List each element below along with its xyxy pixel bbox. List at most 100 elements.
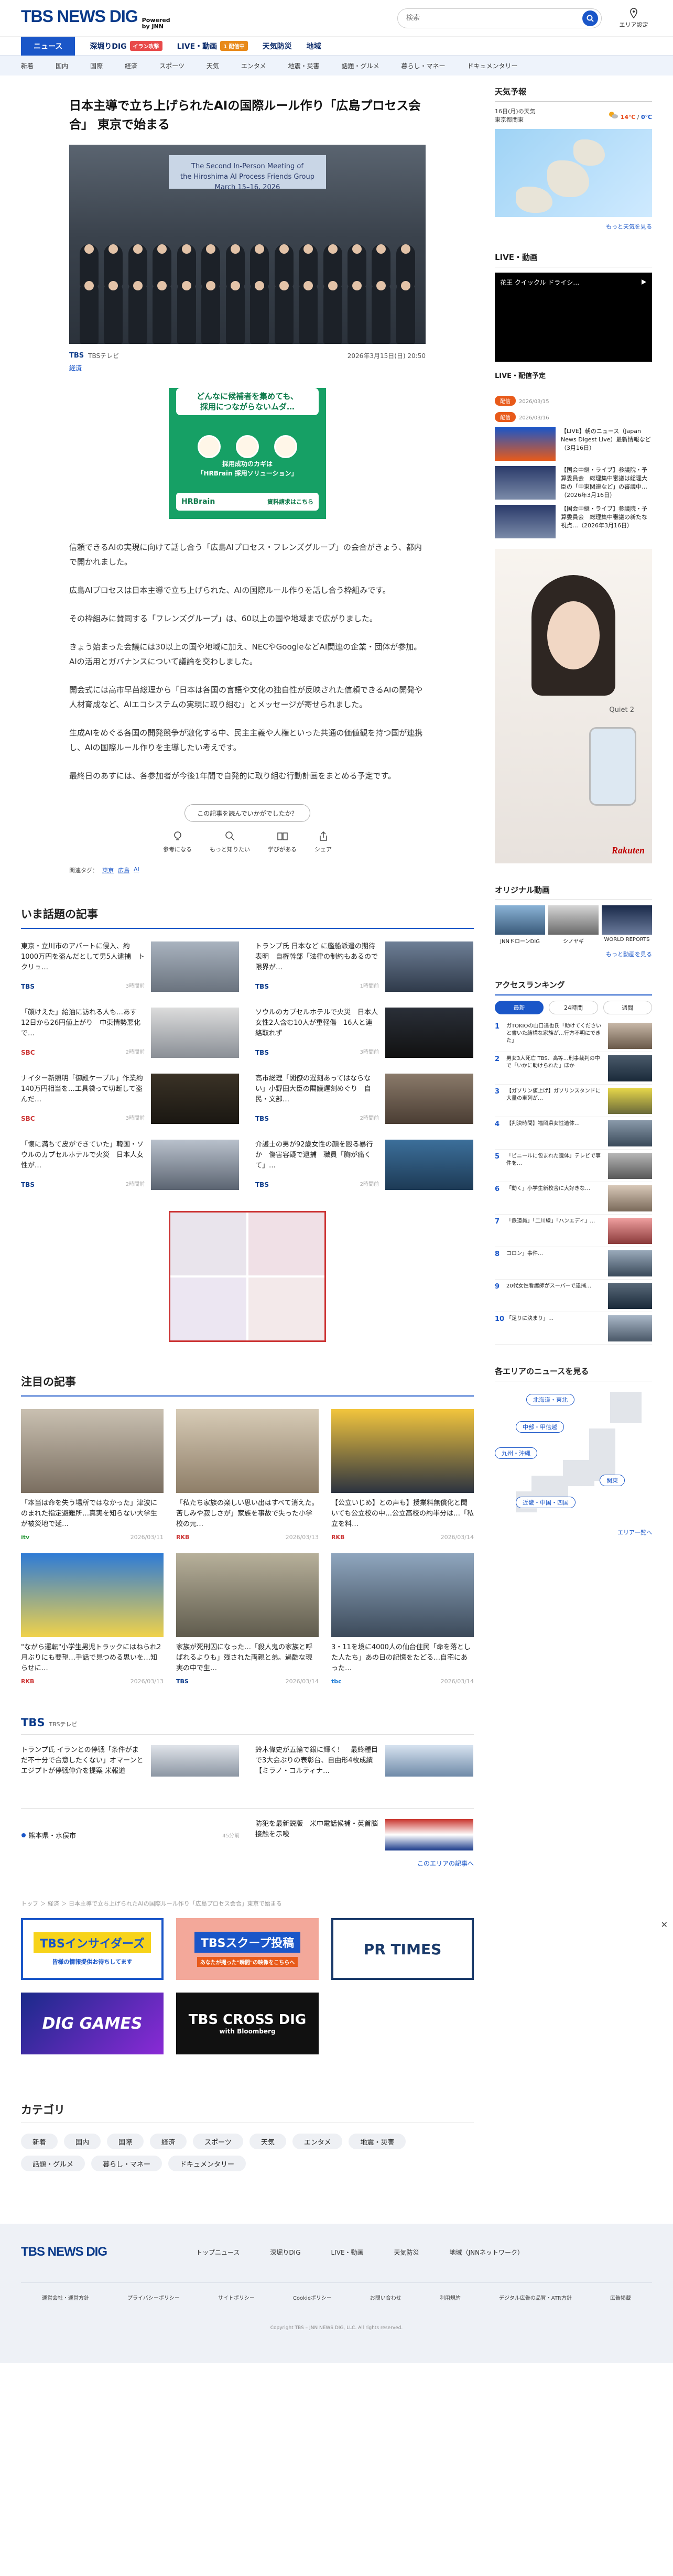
area-button-kyushu[interactable]: 九州・沖縄: [495, 1447, 537, 1459]
close-icon[interactable]: ✕: [661, 1920, 668, 1930]
ranking-item[interactable]: 2 男女3人死亡 TBS、高等…刑事裁判の中で「いかに助けられた」ほか: [495, 1052, 652, 1085]
area-more-link[interactable]: エリア一覧へ: [495, 1528, 652, 1536]
ranking-item[interactable]: 10 「足りに決まり」…: [495, 1312, 652, 1345]
ranking-tab-24h[interactable]: 24時間: [549, 1001, 598, 1014]
footer-sub-link[interactable]: 運営会社・運営方針: [42, 2293, 89, 2301]
nav-item[interactable]: 地震・災害: [288, 61, 319, 70]
nav-item[interactable]: 経済: [125, 61, 137, 70]
trending-card[interactable]: 「顔けえた」給油に訪れる人も…あす12日から26円値上がり 中東情勢悪化で… SB…: [21, 1008, 240, 1058]
trending-card[interactable]: 東京・立川市のアパートに侵入、約1000万円を盗んだとして男5人逮捕 トクリュ……: [21, 941, 240, 992]
original-card[interactable]: シノヤギ: [548, 905, 599, 945]
nav-item[interactable]: スポーツ: [159, 61, 184, 70]
live-video-player[interactable]: 花王 クイックル ドライシ…: [495, 273, 652, 362]
article-photo[interactable]: The Second In-Person Meeting of the Hiro…: [69, 145, 426, 344]
share-button[interactable]: シェア: [314, 830, 332, 853]
category-chip[interactable]: 天気: [249, 2134, 286, 2149]
ranking-item[interactable]: 1 ガTOKIOの山口達也氏「助けてくださいと書いた結構な家族が…行方不明にできた…: [495, 1020, 652, 1052]
featured-card[interactable]: "ながら運転"小学生男児トラックにはねられ2月ぶりにも要望…手話で見つめる思いを…: [21, 1553, 164, 1685]
category-chip[interactable]: 国内: [64, 2134, 101, 2149]
tab-region[interactable]: 地域: [307, 37, 321, 56]
ranking-item[interactable]: 6 「動く」小学生新校舎に大好きな…: [495, 1182, 652, 1215]
ranking-tab-latest[interactable]: 最新: [495, 1001, 544, 1014]
original-more-link[interactable]: もっと動画を見る: [495, 950, 652, 958]
more-area-link[interactable]: このエリアの記事へ: [21, 1859, 474, 1868]
weather-map[interactable]: [495, 129, 652, 217]
footer-sub-link[interactable]: デジタル広告の品質・ATR方針: [499, 2293, 572, 2301]
ad-cta[interactable]: HRBrain 資料請求はこちら: [176, 493, 319, 511]
footer-sub-link[interactable]: Cookieポリシー: [293, 2293, 332, 2301]
search-input[interactable]: [406, 14, 582, 22]
schedule-item[interactable]: 【国会中継・ライブ】参議院・予算委員会 総理集中審議は総理大臣の「中東関連など」…: [495, 466, 652, 500]
trending-card[interactable]: 介護士の男が92歳女性の顔を殴る暴行か 傷害容疑で逮捕 職員「胸が痛くて」… TB…: [255, 1140, 474, 1190]
ranking-tab-weekly[interactable]: 週間: [603, 1001, 652, 1014]
nav-item[interactable]: 国内: [56, 61, 68, 70]
reaction-helpful-button[interactable]: 参考になる: [163, 830, 192, 853]
footer-sub-link[interactable]: 利用規約: [440, 2293, 461, 2301]
reaction-more-button[interactable]: もっと知りたい: [210, 830, 250, 853]
weather-more-link[interactable]: もっと天気を見る: [495, 222, 652, 231]
footer-link[interactable]: トップニュース: [196, 2248, 240, 2257]
ad-rakuten[interactable]: Quiet 2 Rakuten: [495, 549, 652, 863]
tbs-card[interactable]: 鈴木偉史が五輪で銀に輝く！ 最終種目で3大会ぶりの表彰台、自由形4枚成績【ミラノ…: [255, 1745, 474, 1777]
related-tag[interactable]: 広島: [118, 866, 129, 874]
area-button-hokkaido-tohoku[interactable]: 北海道・東北: [526, 1394, 574, 1405]
nav-item[interactable]: 新着: [21, 61, 34, 70]
category-chip[interactable]: 地震・災害: [349, 2134, 406, 2149]
nav-item[interactable]: 暮らし・マネー: [401, 61, 446, 70]
trending-card[interactable]: 「懐に満ちて皮ができていた」韓国・ソウルのカプセルホテルで火災 日本人女性が… T…: [21, 1140, 240, 1190]
footer-link[interactable]: LIVE・動画: [331, 2248, 364, 2257]
area-button-kanto[interactable]: 関東: [600, 1475, 625, 1486]
search-button[interactable]: [582, 10, 598, 26]
ad-hrbrain[interactable]: どんなに候補者を集めても、 採用につながらないムダ… 採用成功のカギは 「HRB…: [169, 388, 326, 519]
area-setting-button[interactable]: エリア設定: [615, 7, 652, 29]
weather-summary[interactable]: 16日(月)の天気 東京都関東 14℃ / 0℃: [495, 107, 652, 124]
featured-card[interactable]: 家族が死刑囚になった…「殺人鬼の家族と呼ばれるよりも」残された両親と弟。過酷な現…: [176, 1553, 319, 1685]
banner-cross-dig[interactable]: TBS CROSS DIG with Bloomberg: [176, 1993, 319, 2054]
tab-news[interactable]: ニュース: [21, 36, 75, 56]
source-name[interactable]: TBSテレビ: [88, 351, 119, 360]
featured-card[interactable]: 3・11を境に4000人の仙台住民「命を落とした人たち」あの日の記憶をたどる…自…: [331, 1553, 474, 1685]
banner-prtimes[interactable]: PR TIMES: [331, 1918, 474, 1980]
footer-link[interactable]: 地域（JNNネットワーク）: [450, 2248, 524, 2257]
related-tag[interactable]: AI: [134, 866, 139, 874]
nav-item[interactable]: 天気: [207, 61, 219, 70]
reaction-learn-button[interactable]: 学びがある: [268, 830, 297, 853]
category-chip[interactable]: ドキュメンタリー: [168, 2156, 246, 2171]
schedule-item[interactable]: 【国会中継・ライブ】参議院・予算委員会 総理集中審議の新たな視点…（2026年3…: [495, 505, 652, 538]
footer-sub-link[interactable]: 広告掲載: [610, 2293, 631, 2301]
local-news-item[interactable]: 熊本県・水俣市 45分前: [21, 1819, 240, 1850]
footer-sub-link[interactable]: サイトポリシー: [218, 2293, 255, 2301]
ranking-item[interactable]: 5 「ビニールに包まれた遺体」テレビで事件を…: [495, 1150, 652, 1182]
category-chip[interactable]: 暮らし・マネー: [91, 2156, 162, 2171]
footer-link[interactable]: 天気防災: [394, 2248, 419, 2257]
ad-product-grid[interactable]: [169, 1211, 326, 1342]
schedule-item[interactable]: 【LIVE】朝のニュース（Japan News Digest Live）最新情報…: [495, 427, 652, 461]
area-button-kinki[interactable]: 近畿・中国・四国: [516, 1497, 576, 1508]
tab-weather[interactable]: 天気防災: [263, 37, 292, 56]
nav-item[interactable]: 国際: [90, 61, 103, 70]
ranking-item[interactable]: 8 コロン」事件…: [495, 1247, 652, 1280]
tab-live[interactable]: LIVE・動画 1 配信中: [177, 37, 248, 56]
breadcrumb[interactable]: トップ ＞ 経済 ＞ 日本主導で立ち上げられたAIの国際ルール作り「広島プロセス…: [21, 1899, 474, 1908]
category-chip[interactable]: 経済: [150, 2134, 187, 2149]
ranking-item[interactable]: 4 【判決時間】福岡県女性遺体…: [495, 1117, 652, 1150]
site-logo[interactable]: TBS NEWS DIG Powered by JNN: [21, 7, 170, 30]
tbs-card[interactable]: トランプ氏 イランとの停戦「条件がまだ不十分で合意したくない」オマーンとエジプト…: [21, 1745, 240, 1777]
tab-deep-dig[interactable]: 深堀りDIG イラン攻撃: [90, 37, 162, 56]
trending-card[interactable]: ナイター新照明「御殿ケーブル」作業約140万円相当を…工具袋って切断して盗んだ……: [21, 1074, 240, 1124]
category-tag[interactable]: 経済: [69, 363, 426, 372]
ranking-item[interactable]: 3 【ガソリン値上げ】ガソリンスタンドに大量の車列が…: [495, 1085, 652, 1117]
ranking-item[interactable]: 7 「鉄道員」「二川線」「ハンエディ」…: [495, 1215, 652, 1247]
nav-item[interactable]: ドキュメンタリー: [468, 61, 518, 70]
original-card[interactable]: WORLD REPORTS: [602, 905, 652, 945]
category-chip[interactable]: 話題・グルメ: [21, 2156, 85, 2171]
category-chip[interactable]: 新着: [21, 2134, 58, 2149]
trending-card[interactable]: ソウルのカプセルホテルで火災 日本人女性2人含む10人が重軽傷 16人と連絡取れ…: [255, 1008, 474, 1058]
related-tag[interactable]: 東京: [102, 866, 114, 874]
ranking-item[interactable]: 9 20代女性看護師がスーパーで逮捕…: [495, 1280, 652, 1312]
nav-item[interactable]: 話題・グルメ: [342, 61, 379, 70]
banner-dig-games[interactable]: DIG GAMES: [21, 1993, 164, 2054]
area-button-chubu[interactable]: 中部・甲信越: [516, 1421, 564, 1433]
category-chip[interactable]: エンタメ: [292, 2134, 343, 2149]
footer-sub-link[interactable]: プライバシーポリシー: [127, 2293, 180, 2301]
